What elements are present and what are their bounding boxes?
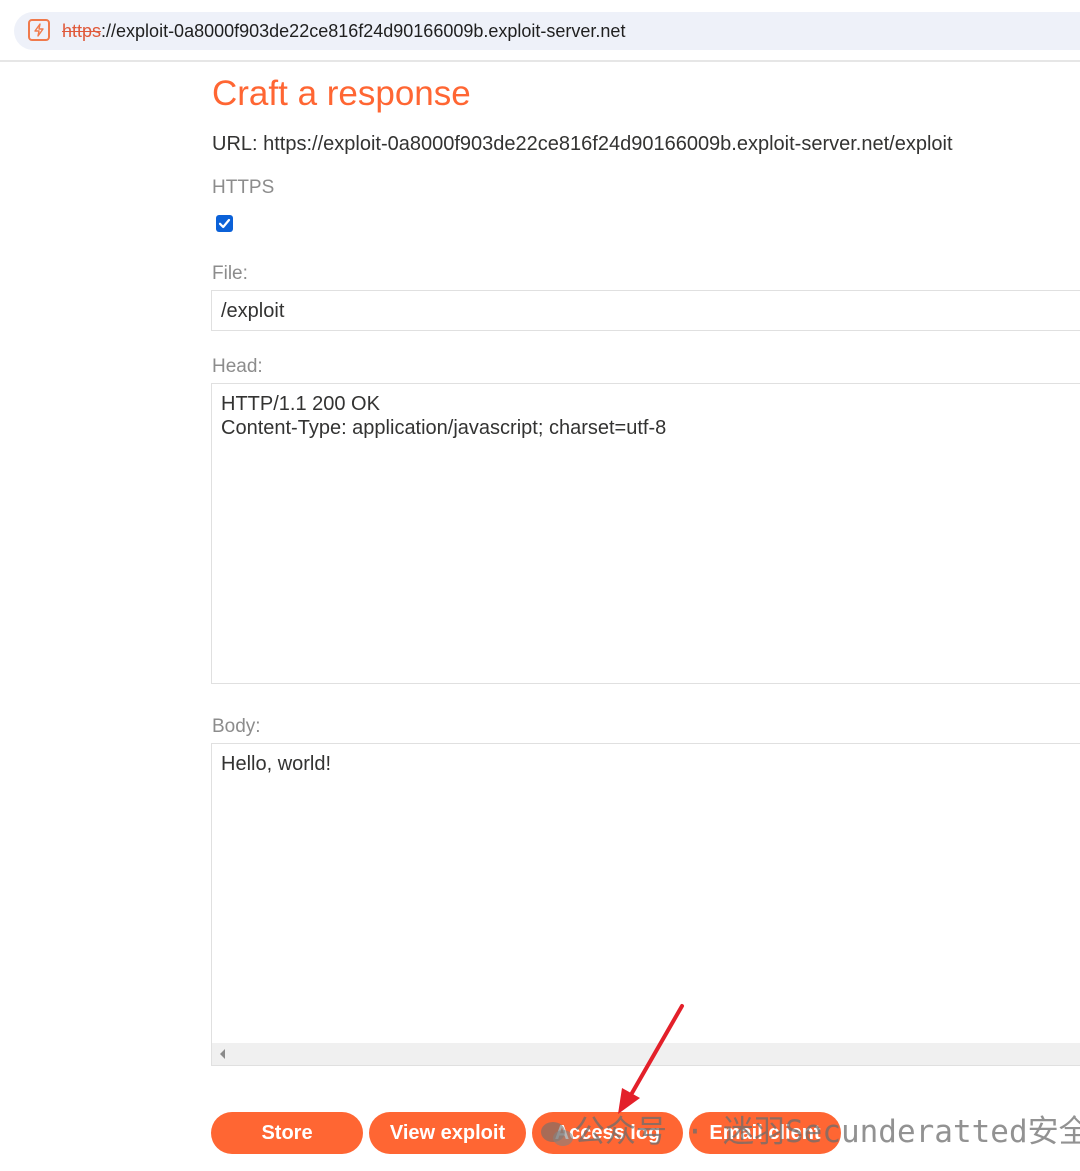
scroll-left-icon[interactable]	[220, 1049, 225, 1059]
url-text[interactable]: https://exploit-0a8000f903de22ce816f24d9…	[62, 21, 625, 42]
file-input[interactable]: /exploit	[211, 290, 1080, 331]
browser-address-bar: https://exploit-0a8000f903de22ce816f24d9…	[0, 0, 1080, 60]
head-textarea[interactable]: HTTP/1.1 200 OK Content-Type: applicatio…	[211, 383, 1080, 684]
exploit-url: URL: https://exploit-0a8000f903de22ce816…	[212, 133, 953, 155]
body-label: Body:	[212, 716, 261, 737]
red-arrow-annotation	[618, 1004, 684, 1114]
https-checkbox[interactable]	[216, 215, 233, 232]
view-exploit-button[interactable]: View exploit	[369, 1112, 526, 1154]
divider	[0, 60, 1080, 62]
wechat-icon	[540, 1119, 574, 1149]
url-host: ://exploit-0a8000f903de22ce816f24d901660…	[101, 21, 626, 41]
url-scheme: https	[62, 21, 102, 41]
file-label: File:	[212, 263, 248, 284]
store-button[interactable]: Store	[211, 1112, 363, 1154]
head-label: Head:	[212, 356, 263, 377]
lightning-icon[interactable]	[28, 19, 50, 41]
https-label: HTTPS	[212, 177, 275, 198]
url-field[interactable]: https://exploit-0a8000f903de22ce816f24d9…	[14, 12, 1080, 50]
page-title: Craft a response	[212, 74, 471, 113]
